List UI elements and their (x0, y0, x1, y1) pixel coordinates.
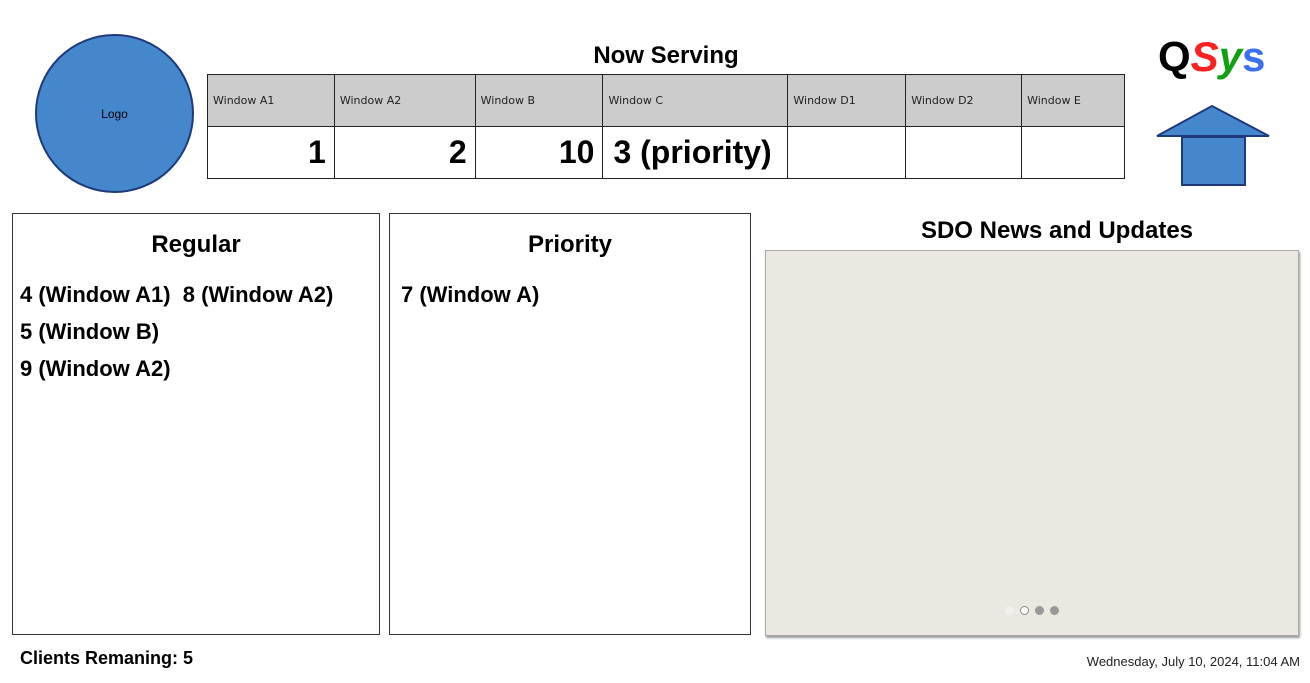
regular-queue-panel: Regular 4 (Window A1) 8 (Window A2) 5 (W… (12, 213, 380, 635)
brand-letter: S (1190, 33, 1219, 80)
news-carousel (765, 250, 1299, 636)
priority-queue-panel: Priority 7 (Window A) (389, 213, 751, 635)
qsys-logo: QSys (1158, 33, 1265, 81)
carousel-dot[interactable] (1035, 606, 1044, 615)
logo-placeholder: Logo (35, 34, 194, 193)
logo-label: Logo (101, 106, 128, 121)
search-icon[interactable] (1005, 606, 1014, 615)
now-serving-title: Now Serving (593, 42, 739, 69)
queue-entry: 7 (Window A) (401, 282, 540, 307)
column-header: Window C (602, 74, 789, 127)
column-header: Window D1 (787, 74, 907, 127)
news-title: SDO News and Updates (920, 217, 1194, 244)
column-header: Window D2 (905, 74, 1023, 127)
clients-remaining: Clients Remaning: 5 (20, 648, 194, 668)
queue-entry: 8 (Window A2) (182, 282, 334, 307)
brand-letter: s (1242, 33, 1266, 80)
carousel-dot-active[interactable] (1020, 606, 1029, 615)
serving-number: 2 (333, 126, 476, 179)
regular-title: Regular (151, 231, 241, 258)
now-serving-table: Window A1 Window A2 Window B Window C Wi… (207, 74, 1125, 179)
queue-entry: 4 (Window A1) (20, 282, 171, 307)
current-datetime: Wednesday, July 10, 2024, 11:04 AM (1086, 654, 1300, 669)
column-header: Window B (474, 74, 604, 127)
serving-number (1021, 126, 1125, 179)
column-header: Window A1 (207, 74, 335, 127)
home-arrow-icon[interactable] (1155, 105, 1273, 189)
priority-title: Priority (527, 231, 613, 258)
column-header: Window E (1021, 74, 1125, 127)
brand-letter: Q (1158, 33, 1191, 80)
serving-number (787, 126, 907, 179)
carousel-dot[interactable] (1050, 606, 1059, 615)
serving-number: 1 (207, 126, 335, 179)
serving-number: 10 (474, 126, 604, 179)
column-header: Window A2 (333, 74, 476, 127)
serving-number: 3 (priority) (602, 126, 789, 179)
queue-entry: 9 (Window A2) (20, 356, 171, 381)
brand-letter: y (1218, 33, 1243, 80)
serving-number (905, 126, 1023, 179)
queue-entry: 5 (Window B) (20, 319, 160, 344)
